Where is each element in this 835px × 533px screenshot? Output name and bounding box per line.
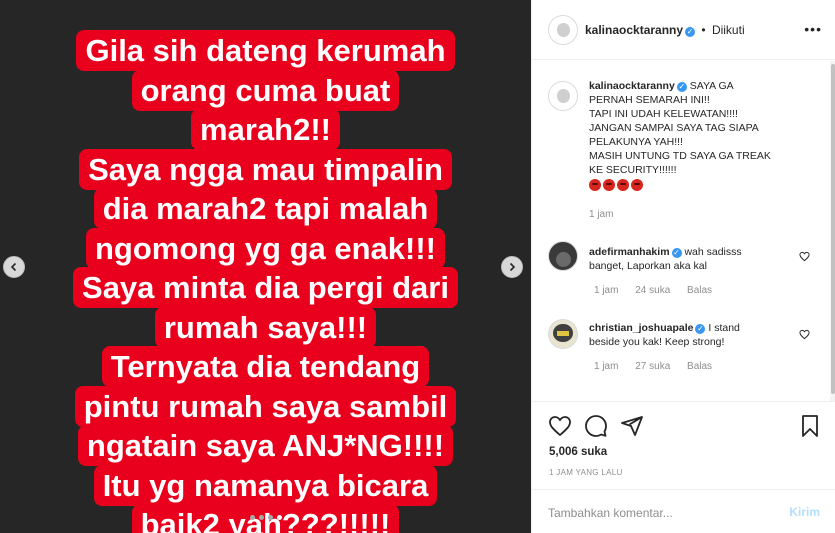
scrollbar-thumb[interactable] [831,64,835,394]
post-media: Gila sih dateng kerumah orang cuma buat … [0,0,531,533]
avatar[interactable] [548,241,578,271]
verified-badge-icon: ✓ [695,324,706,334]
post-comment-button[interactable]: Kirim [789,505,820,519]
comment-meta: 1 jam 24 suka Balas [594,285,789,296]
caption-line: PERNAH SEMARAH INI!! [589,94,710,106]
header-username[interactable]: kalinaocktaranny [585,23,683,37]
story-line: Saya ngga mau timpalin [79,148,452,190]
follow-status-button[interactable]: Diikuti [712,23,745,37]
comment-text: wah sadisss [684,246,742,258]
avatar[interactable] [548,81,578,111]
comments-list: kalinaocktaranny ✓ SAYA GA PERNAH SEMARAH… [532,61,835,401]
story-line: dia marah2 tapi malah [93,188,438,229]
story-line: Ternyata dia tendang [101,346,430,387]
story-line: pintu rumah saya sambil [74,385,457,427]
comment-username[interactable]: adefirmanhakim [589,246,670,258]
pouting-face-icon [631,179,643,191]
comment-input[interactable] [548,504,768,522]
carousel-dot [267,515,273,520]
verified-badge-icon: ✓ [676,82,687,92]
post-header: kalinaocktaranny ✓ • Diikuti ••• [532,0,835,60]
post-caption: kalinaocktaranny ✓ SAYA GA PERNAH SEMARAH… [589,79,814,222]
post-timestamp[interactable]: 1 JAM YANG LALU [549,468,623,477]
pouting-face-icon [603,179,615,191]
post-actions: 5,006 suka 1 JAM YANG LALU [532,401,835,489]
add-comment-bar: Kirim [532,489,835,533]
more-options-icon[interactable]: ••• [804,21,822,37]
comment-bubble-icon[interactable] [584,414,608,438]
post-details-panel: kalinaocktaranny ✓ • Diikuti ••• kalinaoc… [531,0,835,533]
save-bookmark-icon[interactable] [798,414,822,438]
carousel-dot [258,515,264,520]
pouting-face-icon [617,179,629,191]
like-comment-heart-icon[interactable] [799,251,810,262]
comment: adefirmanhakim ✓ wah sadisss banget, Lapo… [589,245,789,296]
reply-button[interactable]: Balas [687,285,712,296]
comment-username[interactable]: christian_joshuapale [589,322,693,334]
chevron-right-icon [509,262,516,272]
story-line: Gila sih dateng kerumah [76,30,455,71]
comment-time: 1 jam [594,285,619,296]
previous-image-button[interactable] [3,256,25,278]
avatar[interactable] [548,319,578,349]
verified-badge-icon: ✓ [685,27,696,37]
story-line: marah2!! [191,109,340,150]
comment-time: 1 jam [594,361,619,372]
comment-likes[interactable]: 24 suka [635,285,670,296]
caption-line: KE SECURITY!!!!!! [589,164,677,176]
comment-text: I stand [708,322,740,334]
chevron-left-icon [10,262,17,272]
comment-text: banget, Laporkan aka kal [589,260,707,272]
like-count[interactable]: 5,006 suka [549,446,607,458]
story-line: ngomong yg ga enak!!! [86,227,445,269]
caption-line: MASIH UNTUNG TD SAYA GA TREAK [589,150,771,162]
comments-scrollbar[interactable] [830,61,835,401]
header-user: kalinaocktaranny ✓ • Diikuti [585,23,745,37]
caption-time: 1 jam [589,209,614,220]
reply-button[interactable]: Balas [687,361,712,372]
next-image-button[interactable] [501,256,523,278]
pouting-face-icon [589,179,601,191]
like-heart-icon[interactable] [548,414,572,438]
story-text-block: Gila sih dateng kerumah orang cuma buat … [0,30,531,533]
carousel-dot-active [276,515,282,520]
like-comment-heart-icon[interactable] [799,329,810,340]
comment-meta: 1 jam 27 suka Balas [594,361,799,372]
caption-line: SAYA GA [689,80,734,92]
carousel-dot [249,515,255,520]
avatar[interactable] [548,15,578,45]
share-icon[interactable] [620,414,644,438]
caption-line: TAPI INI UDAH KELEWATAN!!!! [589,108,738,120]
caption-meta: 1 jam [589,208,814,222]
caption-line: PELAKUNYA YAH!!! [589,136,683,148]
story-line: Itu yg namanya bicara [93,464,438,506]
story-line: orang cuma buat [131,69,400,111]
story-line: ngatain saya ANJ*NG!!!! [77,425,454,466]
story-line: rumah saya!!! [154,306,377,348]
comment-likes[interactable]: 27 suka [635,361,670,372]
verified-badge-icon: ✓ [671,248,682,258]
story-line: Saya minta dia pergi dari [73,267,458,308]
comment: christian_joshuapale ✓ I stand beside you… [589,321,799,372]
comment-text: beside you kak! Keep strong! [589,336,725,348]
carousel-indicator [0,515,531,520]
caption-line: JANGAN SAMPAI SAYA TAG SIAPA [589,122,759,134]
caption-username[interactable]: kalinaocktaranny [589,80,675,92]
emoji-row [589,179,814,198]
separator: • [701,23,706,37]
